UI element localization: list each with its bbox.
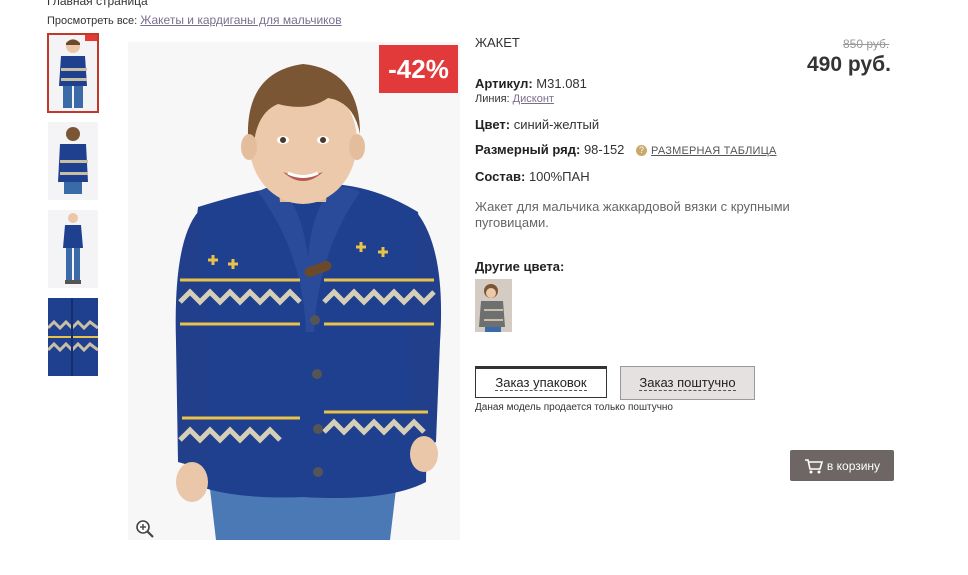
breadcrumb-home[interactable]: Главная страница	[47, 0, 148, 8]
thumbnail-back[interactable]	[48, 122, 98, 200]
other-color-swatch[interactable]	[475, 279, 512, 332]
color-row: Цвет: синий-желтый	[475, 117, 599, 132]
line-label: Линия:	[475, 93, 510, 105]
thumbnail-badge	[85, 35, 97, 41]
view-all-prefix: Просмотреть все:	[47, 15, 138, 27]
current-price: 490 руб.	[807, 53, 891, 76]
cart-label: в корзину	[826, 458, 881, 473]
thumbnail-list	[47, 33, 100, 386]
view-all: Просмотреть все: Жакеты и кардиганы для …	[47, 13, 342, 27]
article-label: Артикул:	[475, 76, 533, 91]
article-row: Артикул: М31.081	[475, 76, 587, 91]
question-icon: ?	[636, 145, 648, 157]
order-packs-label: Заказ упаковок	[495, 375, 587, 391]
zoom-icon[interactable]	[135, 519, 155, 539]
order-packs-button[interactable]: Заказ упаковок	[475, 366, 607, 398]
composition-label: Состав:	[475, 169, 526, 184]
product-title: ЖАКЕТ	[475, 35, 520, 50]
color-value: синий-желтый	[513, 117, 600, 132]
line-link[interactable]: Дисконт	[513, 93, 554, 105]
line-row: Линия: Дисконт	[475, 93, 554, 105]
composition-row: Состав: 100%ПАН	[475, 169, 590, 184]
product-description: Жакет для мальчика жаккардовой вязки с к…	[475, 199, 790, 230]
size-label: Размерный ряд:	[475, 142, 581, 157]
order-note: Даная модель продается только поштучно	[475, 402, 673, 413]
cart-icon	[804, 458, 823, 473]
composition-value: 100%ПАН	[528, 169, 590, 184]
order-single-button[interactable]: Заказ поштучно	[620, 366, 755, 400]
color-label: Цвет:	[475, 117, 511, 132]
add-to-cart-button[interactable]: в корзину	[790, 450, 894, 481]
view-all-link[interactable]: Жакеты и кардиганы для мальчиков	[140, 13, 341, 27]
old-price: 850 руб.	[843, 37, 890, 51]
product-main-image[interactable]	[128, 42, 460, 540]
other-colors-title: Другие цвета:	[475, 259, 565, 274]
size-value: 98-152	[583, 142, 625, 157]
size-table-link[interactable]: РАЗМЕРНАЯ ТАБЛИЦА	[651, 145, 777, 157]
article-value: М31.081	[536, 76, 587, 91]
size-row: Размерный ряд: 98-152 ? РАЗМЕРНАЯ ТАБЛИЦА	[475, 142, 777, 157]
discount-badge: -42%	[379, 45, 458, 93]
thumbnail-detail[interactable]	[48, 298, 98, 376]
thumbnail-front[interactable]	[47, 33, 99, 113]
order-single-label: Заказ поштучно	[639, 375, 736, 391]
thumbnail-full-length[interactable]	[48, 210, 98, 288]
